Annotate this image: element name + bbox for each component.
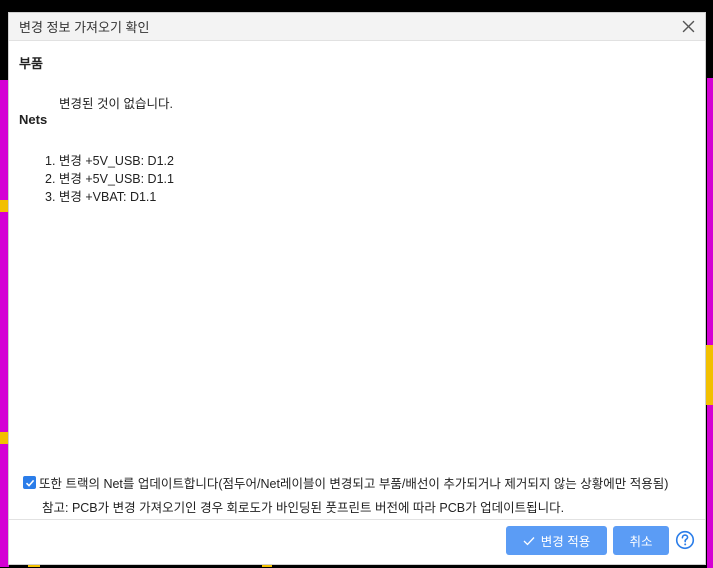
update-tracks-checkbox[interactable]: [23, 476, 36, 489]
list-item: 1. 변경 +5V_USB: D1.2: [45, 154, 174, 168]
update-tracks-label[interactable]: 또한 트랙의 Net를 업데이트합니다(점두어/Net레이블이 변경되고 부품/…: [39, 473, 668, 492]
close-icon: [682, 20, 694, 33]
apply-changes-label: 변경 적용: [540, 535, 591, 549]
dialog-title: 변경 정보 가져오기 확인: [19, 20, 150, 35]
help-icon[interactable]: [675, 530, 695, 550]
components-heading: 부품: [19, 56, 43, 71]
nets-list: 1. 변경 +5V_USB: D1.2 2. 변경 +5V_USB: D1.1 …: [45, 152, 174, 206]
check-icon: [523, 536, 535, 545]
pcb-background-pad: [705, 345, 713, 405]
close-button[interactable]: [679, 18, 697, 36]
update-tracks-option: 또한 트랙의 Net를 업데이트합니다(점두어/Net레이블이 변경되고 부품/…: [23, 473, 668, 492]
list-item: 3. 변경 +VBAT: D1.1: [45, 190, 157, 204]
import-changes-dialog: 변경 정보 가져오기 확인 부품 변경된 것이 없습니다. Nets 1. 변경…: [8, 12, 706, 565]
nets-heading: Nets: [19, 112, 48, 127]
list-item: 2. 변경 +5V_USB: D1.1: [45, 172, 174, 186]
note-text: 참고: PCB가 변경 가져오기인 경우 회로도가 바인딩된 풋프린트 버전에 …: [42, 501, 565, 515]
components-message: 변경된 것이 없습니다.: [59, 97, 173, 111]
dialog-titlebar: 변경 정보 가져오기 확인: [9, 13, 705, 41]
cancel-label: 취소: [629, 535, 653, 549]
dialog-content: 부품 변경된 것이 없습니다. Nets 1. 변경 +5V_USB: D1.2…: [9, 41, 705, 520]
check-icon: [25, 479, 34, 487]
cancel-button[interactable]: 취소: [613, 526, 669, 555]
dialog-footer: 변경 적용 취소: [9, 519, 705, 564]
apply-changes-button[interactable]: 변경 적용: [506, 526, 607, 555]
pcb-background-trace: [707, 78, 713, 568]
